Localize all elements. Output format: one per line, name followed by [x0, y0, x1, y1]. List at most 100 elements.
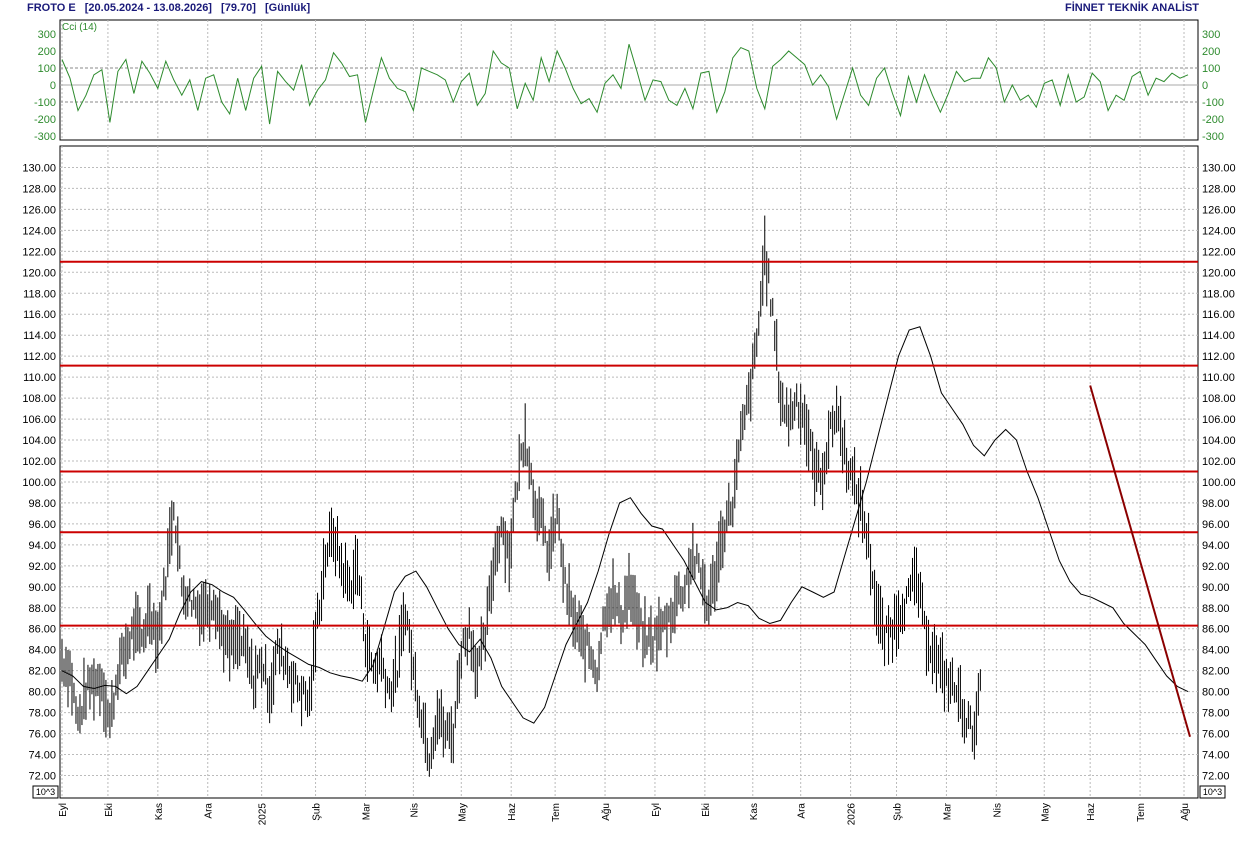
price-y-tick-label-right: 114.00	[1202, 330, 1235, 342]
x-tick-label: May	[1040, 803, 1051, 822]
price-y-tick-label-left: 74.00	[28, 750, 56, 762]
price-y-tick-label-left: 112.00	[23, 351, 56, 363]
x-tick-label: Eki	[701, 803, 712, 817]
price-y-tick-label-left: 84.00	[28, 645, 56, 657]
cci-y-tick-label-left: 300	[38, 29, 56, 41]
price-y-tick-label-left: 86.00	[28, 624, 56, 636]
price-y-tick-label-right: 72.00	[1202, 771, 1230, 783]
price-y-tick-label-left: 126.00	[22, 204, 56, 216]
cci-y-tick-label-left: 100	[38, 63, 56, 75]
chart-canvas: Eyl Eki Kas Ara 2025 Şub Mar Nis May Haz Tem Ağu Eyl…	[22, 19, 1236, 826]
price-y-tick-label-left: 98.00	[28, 498, 56, 510]
price-y-tick-label-right: 122.00	[1202, 246, 1236, 258]
price-y-tick-label-right: 110.00	[1202, 372, 1235, 384]
price-y-tick-label-right: 104.00	[1202, 435, 1236, 447]
price-y-tick-label-left: 92.00	[28, 561, 56, 573]
price-y-tick-label-right: 120.00	[1202, 267, 1236, 279]
price-y-tick-label-left: 102.00	[22, 456, 56, 468]
price-y-tick-label-left: 90.00	[28, 582, 56, 594]
cci-y-tick-label-right: 200	[1202, 46, 1220, 58]
cci-panel-frame	[59, 19, 1199, 141]
price-y-tick-label-right: 124.00	[1202, 225, 1236, 237]
price-y-tick-label-left: 76.00	[28, 729, 56, 741]
price-y-tick-label-left: 118.00	[23, 288, 56, 300]
x-tick-label: Eki	[104, 803, 115, 817]
cci-y-tick-label-left: -300	[34, 131, 56, 143]
cci-y-tick-label-left: -100	[34, 97, 56, 109]
price-y-tick-label-left: 114.00	[23, 330, 56, 342]
price-y-tick-label-left: 124.00	[22, 225, 56, 237]
price-y-tick-label-right: 86.00	[1202, 624, 1230, 636]
price-y-tick-label-right: 118.00	[1202, 288, 1235, 300]
price-y-tick-label-left: 80.00	[28, 687, 56, 699]
x-tick-label: Kas	[749, 803, 760, 820]
cci-y-tick-label-right: -100	[1202, 97, 1224, 109]
x-tick-label: 2026	[847, 803, 858, 826]
x-tick-label: Ara	[797, 803, 808, 819]
price-y-tick-label-left: 94.00	[28, 540, 56, 552]
x-tick-label: Tem	[551, 803, 562, 822]
price-y-tick-label-right: 78.00	[1202, 708, 1230, 720]
x-tick-label: Mar	[942, 802, 953, 820]
price-y-tick-label-right: 88.00	[1202, 603, 1230, 615]
price-y-tick-label-right: 128.00	[1202, 183, 1236, 195]
price-y-tick-label-left: 82.00	[28, 666, 56, 678]
price-y-tick-label-left: 122.00	[22, 246, 56, 258]
price-y-tick-label-left: 120.00	[22, 267, 56, 279]
price-y-tick-label-left: 88.00	[28, 603, 56, 615]
x-tick-label: Ağu	[1180, 803, 1191, 821]
x-tick-label: Ara	[204, 803, 215, 819]
scale-label-left: 10^3	[36, 787, 55, 797]
price-y-tick-label-right: 130.00	[1202, 162, 1236, 174]
cci-y-tick-label-right: 0	[1202, 80, 1208, 92]
price-y-tick-label-right: 90.00	[1202, 582, 1230, 594]
price-y-tick-label-right: 112.00	[1202, 351, 1235, 363]
price-y-tick-label-left: 100.00	[22, 477, 56, 489]
price-y-tick-label-right: 76.00	[1202, 729, 1230, 741]
x-tick-label: May	[457, 803, 468, 822]
price-y-tick-label-right: 80.00	[1202, 687, 1230, 699]
x-tick-label: Nis	[992, 803, 1003, 817]
cci-y-tick-label-left: 0	[50, 80, 56, 92]
price-y-tick-label-left: 116.00	[23, 309, 56, 321]
cci-series-label: Cci (14)	[62, 22, 97, 33]
x-tick-label: Şub	[893, 803, 904, 821]
x-tick-label: Kas	[154, 803, 165, 820]
x-tick-label: Ağu	[601, 803, 612, 821]
price-y-tick-label-right: 96.00	[1202, 519, 1230, 531]
x-tick-label: Tem	[1136, 803, 1147, 822]
price-y-tick-label-left: 104.00	[22, 435, 56, 447]
x-tick-label: 2025	[258, 803, 269, 826]
cci-y-tick-label-left: -200	[34, 114, 56, 126]
price-y-tick-label-left: 72.00	[28, 771, 56, 783]
scale-label-right: 10^3	[1203, 787, 1222, 797]
price-y-tick-label-right: 116.00	[1202, 309, 1235, 321]
cci-y-tick-label-left: 200	[38, 46, 56, 58]
x-tick-label: Mar	[361, 802, 372, 820]
price-y-tick-label-left: 130.00	[22, 162, 56, 174]
cci-y-tick-label-right: 100	[1202, 63, 1220, 75]
x-tick-label: Eyl	[651, 803, 662, 817]
price-y-tick-label-left: 106.00	[22, 414, 56, 426]
price-y-tick-label-right: 126.00	[1202, 204, 1236, 216]
price-y-tick-label-right: 108.00	[1202, 393, 1236, 405]
x-tick-label: Eyl	[58, 803, 69, 817]
price-y-tick-label-right: 82.00	[1202, 666, 1230, 678]
price-y-tick-label-left: 96.00	[28, 519, 56, 531]
price-y-tick-label-right: 74.00	[1202, 750, 1230, 762]
price-y-tick-label-right: 92.00	[1202, 561, 1230, 573]
cci-y-tick-label-right: -200	[1202, 114, 1224, 126]
x-tick-label: Nis	[409, 803, 420, 817]
price-y-tick-label-right: 106.00	[1202, 414, 1236, 426]
price-y-tick-label-left: 108.00	[22, 393, 56, 405]
price-y-tick-label-left: 110.00	[23, 372, 56, 384]
price-y-tick-label-right: 102.00	[1202, 456, 1236, 468]
x-tick-label: Şub	[312, 803, 323, 821]
cci-y-tick-label-right: 300	[1202, 29, 1220, 41]
price-y-tick-label-right: 98.00	[1202, 498, 1230, 510]
x-tick-label: Haz	[1086, 803, 1097, 821]
price-y-tick-label-right: 100.00	[1202, 477, 1236, 489]
price-y-tick-label-left: 128.00	[22, 183, 56, 195]
x-tick-label: Haz	[507, 803, 518, 821]
price-y-tick-label-left: 78.00	[28, 708, 56, 720]
